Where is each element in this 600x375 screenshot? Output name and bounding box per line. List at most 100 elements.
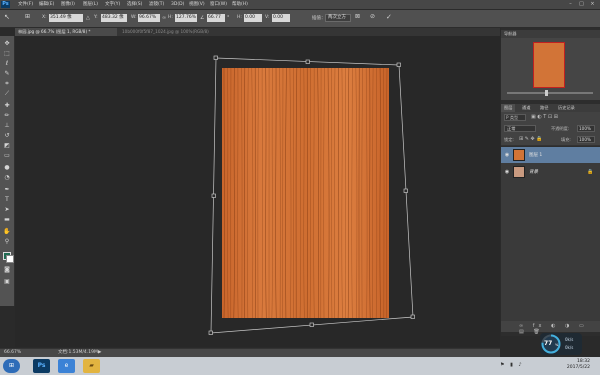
navigator-title-bar: 导航器 [501, 30, 600, 38]
pen-tool-icon[interactable]: ✒ [2, 186, 12, 194]
network-gauge-widget[interactable]: 77 % 0k/s 0k/s [540, 333, 582, 355]
download-speed: 0k/s [565, 345, 574, 350]
minimize-button[interactable]: – [566, 1, 575, 8]
menu-filter[interactable]: 滤镜(T) [149, 0, 164, 9]
visibility-eye-icon[interactable]: ◉ [504, 152, 510, 158]
lock-row: 锁定: ⊞ ✎ ✥ 🔒 填充: 100% [501, 134, 600, 146]
layer-row-layer-1[interactable]: ◉ 图层 1 [501, 147, 600, 164]
menu-file[interactable]: 文件(F) [18, 0, 33, 9]
blend-row: 正常 不透明度: 100% [501, 123, 600, 134]
move-tool-icon[interactable]: ✥ [2, 40, 12, 48]
layer-name[interactable]: 图层 1 [529, 152, 542, 158]
dodge-tool-icon[interactable]: ◔ [2, 174, 12, 182]
interpolation-label: 插值： [312, 16, 326, 21]
width-field[interactable]: 96.67% [138, 14, 160, 22]
y-field[interactable]: 483.32 像 [101, 14, 127, 22]
hand-tool-icon[interactable]: ✋ [2, 228, 12, 236]
menu-view[interactable]: 视图(V) [189, 0, 205, 9]
layers-title-bar: 图层 通道 路径 历史记录 [501, 104, 600, 112]
visibility-eye-icon[interactable]: ◉ [504, 169, 510, 175]
screen-mode-icon[interactable]: ▣ [2, 278, 12, 286]
y-label: Y: [94, 15, 98, 20]
marquee-tool-icon[interactable]: ⬚ [2, 50, 12, 58]
layer-thumbnail [513, 149, 525, 161]
eraser-tool-icon[interactable]: ◩ [2, 142, 12, 150]
healing-brush-tool-icon[interactable]: ✚ [2, 102, 12, 110]
background-color-swatch[interactable] [6, 255, 14, 263]
reference-point-icon[interactable]: ⊞ [25, 13, 30, 20]
relative-position-icon[interactable]: △ [86, 15, 90, 21]
hskew-field[interactable]: 0.00 [244, 14, 262, 22]
zoom-level[interactable]: 66.67% [4, 349, 21, 357]
filter-icons[interactable]: ▣ ◐ T ⊡ ⊞ [531, 114, 558, 120]
type-tool-icon[interactable]: T [2, 196, 12, 204]
shape-tool-icon[interactable]: ▬ [2, 216, 12, 224]
windows-start-icon[interactable]: ⊞ [3, 359, 20, 373]
angle-field[interactable]: 66.77 [207, 14, 225, 22]
photoshop-taskbar-icon[interactable]: Ps [33, 359, 50, 373]
menu-select[interactable]: 选择(S) [127, 0, 142, 9]
blend-mode-select[interactable]: 正常 [504, 125, 536, 132]
clone-stamp-tool-icon[interactable]: ⊥ [2, 122, 12, 130]
x-field[interactable]: 351.49 像 [49, 14, 83, 22]
navigator-thumbnail[interactable] [533, 42, 565, 88]
browser-taskbar-icon[interactable]: e [58, 359, 75, 373]
lock-icons[interactable]: ⊞ ✎ ✥ 🔒 [519, 136, 543, 142]
vskew-field[interactable]: 0.00 [272, 14, 290, 22]
tab-channels[interactable]: 通道 [519, 104, 533, 112]
canvas-area[interactable] [15, 36, 500, 347]
menu-edit[interactable]: 编辑(E) [39, 0, 54, 9]
blur-tool-icon[interactable]: ● [2, 164, 12, 172]
layer-name[interactable]: 背景 [529, 169, 538, 175]
quick-select-tool-icon[interactable]: ✎ [2, 70, 12, 78]
eyedropper-tool-icon[interactable]: ⟋ [2, 90, 12, 98]
path-select-tool-icon[interactable]: ➤ [2, 206, 12, 214]
gradient-tool-icon[interactable]: ▭ [2, 152, 12, 160]
link-icon[interactable]: ∞ [162, 15, 166, 21]
status-bar: 66.67% 文档:1.53M/4.19M ▶ [0, 348, 500, 357]
gauge-value: 77 [544, 340, 553, 347]
commit-transform-icon[interactable]: ✓ [386, 13, 392, 21]
navigator-zoom-handle[interactable] [545, 90, 548, 96]
history-brush-tool-icon[interactable]: ↺ [2, 132, 12, 140]
menu-type[interactable]: 文字(Y) [105, 0, 120, 9]
maximize-button[interactable]: □ [577, 1, 586, 8]
fill-field[interactable]: 100% [577, 136, 595, 143]
tab-layers[interactable]: 图层 [501, 104, 516, 112]
close-button[interactable]: × [588, 1, 597, 8]
menu-help[interactable]: 帮助(H) [232, 0, 248, 9]
opacity-field[interactable]: 100% [577, 125, 595, 132]
layer-row-background[interactable]: ◉ 背景 🔒 [501, 164, 600, 181]
tab-document-inactive[interactable]: 10b000f0f5f87_1024.jpg @ 100%(RGB/8) [119, 28, 239, 36]
menu-3d[interactable]: 3D(D) [171, 0, 184, 9]
zoom-tool-icon[interactable]: ⚲ [2, 238, 12, 246]
interpolation-select[interactable]: 两次立方 [325, 14, 351, 22]
layers-list-empty-area[interactable] [501, 181, 600, 321]
hskew-label: H: [237, 15, 242, 20]
brush-tool-icon[interactable]: ✏ [2, 112, 12, 120]
toolbox: ✥ ⬚ ℓ ✎ ⌗ ⟋ ✚ ✏ ⊥ ↺ ◩ ▭ ● ◔ ✒ T ➤ ▬ ✋ ⚲ … [0, 36, 15, 306]
height-field[interactable]: 127.76% [175, 14, 197, 22]
tab-document-active[interactable]: 林园.jpg @ 66.7% (图层 1, RGB/8) * [15, 28, 117, 36]
menu-layer[interactable]: 图层(L) [83, 0, 98, 9]
menu-window[interactable]: 窗口(W) [210, 0, 227, 9]
navigator-preview[interactable] [501, 38, 600, 100]
cancel-transform-icon[interactable]: ⊘ [370, 13, 375, 20]
layer-kind-filter[interactable]: P 类型 [504, 114, 526, 121]
quick-mask-icon[interactable]: ◙ [2, 266, 12, 274]
tray-icons[interactable]: ⚑ ▮ ♪ [500, 362, 524, 368]
crop-tool-icon[interactable]: ⌗ [2, 80, 12, 88]
system-clock[interactable]: 18:32 2017/5/22 [567, 359, 590, 371]
lasso-tool-icon[interactable]: ℓ [2, 60, 12, 68]
layer-filter-row: P 类型 ▣ ◐ T ⊡ ⊞ [501, 112, 600, 123]
document-canvas[interactable] [15, 36, 500, 347]
status-arrow-icon[interactable]: ▶ [98, 349, 101, 357]
menu-image[interactable]: 图像(I) [61, 0, 75, 9]
tab-paths[interactable]: 路径 [537, 104, 551, 112]
folder-taskbar-icon[interactable]: ▰ [83, 359, 100, 373]
navigator-zoom-slider[interactable] [507, 92, 593, 94]
tab-navigator[interactable]: 导航器 [501, 30, 520, 38]
move-tool-icon[interactable]: ↖ [4, 13, 10, 21]
tab-history[interactable]: 历史记录 [555, 104, 578, 112]
warp-mode-icon[interactable]: ⊠ [355, 13, 360, 20]
